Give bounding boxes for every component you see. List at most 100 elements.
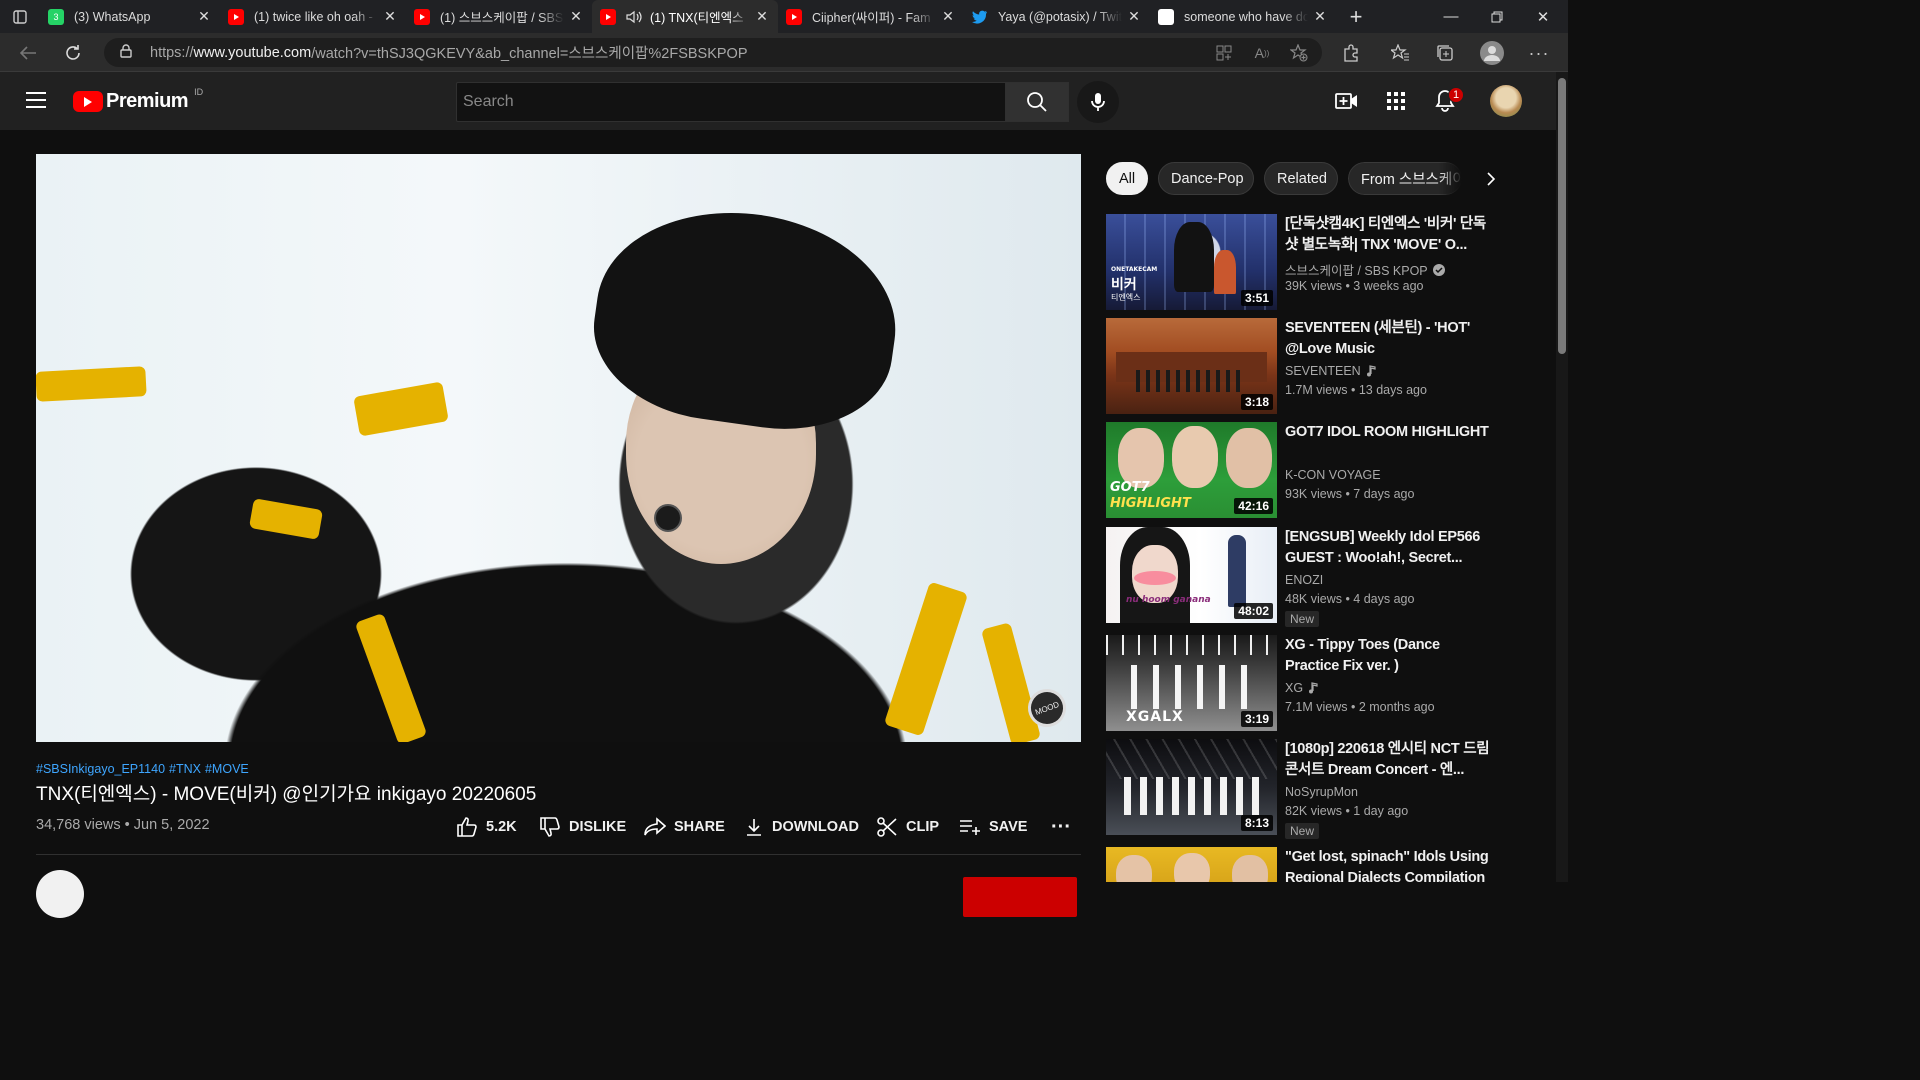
chip-dance-pop[interactable]: Dance-Pop xyxy=(1158,162,1254,195)
thumbnail-caption: GOT7 xyxy=(1110,480,1150,495)
close-tab-icon[interactable]: ✕ xyxy=(940,8,956,25)
youtube-premium-logo[interactable]: Premium ID xyxy=(73,87,203,113)
extensions-icon[interactable] xyxy=(1337,39,1365,67)
lock-icon[interactable] xyxy=(120,44,134,61)
tab-youtube-twice[interactable]: (1) twice like oh oah - ✕ xyxy=(220,0,406,33)
chip-next-arrow-icon[interactable] xyxy=(1478,166,1504,192)
menu-icon[interactable] xyxy=(26,92,46,108)
profile-icon[interactable] xyxy=(1478,39,1506,67)
close-tab-icon[interactable]: ✕ xyxy=(382,8,398,25)
collections-icon[interactable] xyxy=(1431,39,1459,67)
close-window-button[interactable]: ✕ xyxy=(1520,0,1566,33)
tab-actions-icon[interactable] xyxy=(0,0,40,33)
apps-grid-icon[interactable] xyxy=(1383,88,1409,114)
costume-stripe xyxy=(353,381,449,437)
favorites-icon[interactable] xyxy=(1386,39,1414,67)
recommended-video[interactable]: ONETAKECAM 비커 티엔엑스 3:51 [단독샷캠4K] 티엔엑스 '비… xyxy=(1106,214,1546,310)
add-favorite-icon[interactable] xyxy=(1285,39,1313,67)
back-button[interactable] xyxy=(14,39,42,67)
clip-button[interactable]: CLIP xyxy=(876,814,939,840)
reload-button[interactable] xyxy=(59,39,87,67)
close-tab-icon[interactable]: ✕ xyxy=(754,8,770,25)
chip-from-channel[interactable]: From 스브스케이 xyxy=(1348,162,1462,195)
recommended-video[interactable]: 3:18 SEVENTEEN (세븐틴) - 'HOT' @Love Music… xyxy=(1106,318,1546,414)
download-icon xyxy=(747,819,761,836)
close-tab-icon[interactable]: ✕ xyxy=(196,8,212,25)
channel-name[interactable]: SEVENTEEN xyxy=(1285,364,1376,378)
channel-name[interactable]: XG xyxy=(1285,681,1318,695)
read-aloud-icon[interactable]: A)) xyxy=(1248,39,1276,67)
video-player[interactable]: MOOD xyxy=(36,154,1081,742)
tab-title: (1) twice like oh oah - xyxy=(254,9,373,24)
channel-name[interactable]: ENOZI xyxy=(1285,573,1323,587)
voice-search-button[interactable] xyxy=(1077,81,1119,123)
recommended-video[interactable]: GOT7 HIGHLIGHT 42:16 GOT7 IDOL ROOM HIGH… xyxy=(1106,422,1546,518)
new-tab-button[interactable]: + xyxy=(1336,0,1376,33)
page-scrollbar[interactable] xyxy=(1556,72,1568,882)
recommended-video-title[interactable]: [단독샷캠4K] 티엔엑스 '비커' 단독샷 별도녹화| TNX 'MOVE' … xyxy=(1285,214,1497,256)
recommended-video[interactable]: nu hoom ganana 48:02 [ENGSUB] Weekly Ido… xyxy=(1106,527,1546,627)
recommended-video[interactable]: "Get lost, spinach" Idols Using Regional… xyxy=(1106,847,1546,882)
channel-name[interactable]: K-CON VOYAGE xyxy=(1285,468,1381,482)
account-avatar[interactable] xyxy=(1490,85,1522,117)
video-thumbnail[interactable]: ONETAKECAM 비커 티엔엑스 3:51 xyxy=(1106,214,1277,310)
close-tab-icon[interactable]: ✕ xyxy=(1312,8,1328,25)
create-video-icon[interactable] xyxy=(1334,88,1360,114)
app-available-icon[interactable] xyxy=(1210,39,1238,67)
recommended-video[interactable]: 8:13 [1080p] 220618 엔시티 NCT 드림콘서트 Dream … xyxy=(1106,739,1546,839)
recommended-video-title[interactable]: GOT7 IDOL ROOM HIGHLIGHT xyxy=(1285,422,1497,443)
tab-title: someone who have do xyxy=(1184,9,1308,24)
search-button[interactable] xyxy=(1005,82,1069,122)
close-tab-icon[interactable]: ✕ xyxy=(1126,8,1142,25)
thumbnail-face xyxy=(1118,428,1164,488)
recommended-video[interactable]: XGALX 3:19 XG - Tippy Toes (Dance Practi… xyxy=(1106,635,1546,731)
share-button[interactable]: SHARE xyxy=(644,814,725,840)
video-thumbnail[interactable]: GOT7 HIGHLIGHT 42:16 xyxy=(1106,422,1277,518)
tab-google[interactable]: G someone who have do ✕ xyxy=(1150,0,1336,33)
channel-name[interactable]: 스브스케이팝 / SBS KPOP xyxy=(1285,260,1445,279)
chip-all[interactable]: All xyxy=(1106,162,1148,195)
close-tab-icon[interactable]: ✕ xyxy=(568,8,584,25)
recommended-video-title[interactable]: SEVENTEEN (세븐틴) - 'HOT' @Love Music xyxy=(1285,318,1497,360)
subscribe-button[interactable] xyxy=(963,877,1077,917)
tab-youtube-tnx[interactable]: (1) TNX(티엔엑스 ✕ xyxy=(592,0,778,33)
save-button[interactable]: SAVE xyxy=(959,814,1027,840)
tab-youtube-ciipher[interactable]: Ciipher(싸이퍼) - Fam ✕ xyxy=(778,0,964,33)
video-thumbnail[interactable] xyxy=(1106,847,1277,882)
more-actions-button[interactable]: ··· xyxy=(1051,814,1071,840)
thumbnail-figure xyxy=(1228,535,1246,607)
tab-twitter[interactable]: Yaya (@potasix) / Twit ✕ xyxy=(964,0,1150,33)
video-thumbnail[interactable]: 8:13 xyxy=(1106,739,1277,835)
download-button[interactable]: DOWNLOAD xyxy=(744,814,859,840)
scrollbar-thumb[interactable] xyxy=(1558,78,1566,354)
hashtag-link[interactable]: #MOVE xyxy=(205,762,249,776)
costume-stripe xyxy=(36,366,147,402)
video-title: TNX(티엔엑스) - MOVE(비커) @인기가요 inkigayo 2022… xyxy=(36,784,537,805)
video-hashtags: #SBSInkigayo_EP1140 #TNX #MOVE xyxy=(36,762,249,776)
address-bar[interactable]: https://www.youtube.com/watch?v=thSJ3QGK… xyxy=(104,38,1322,67)
recommended-video-title[interactable]: XG - Tippy Toes (Dance Practice Fix ver.… xyxy=(1285,635,1497,677)
channel-name[interactable]: NoSyrupMon xyxy=(1285,785,1358,799)
speaker-icon[interactable] xyxy=(626,10,642,24)
recommended-video-title[interactable]: "Get lost, spinach" Idols Using Regional… xyxy=(1285,847,1497,882)
hashtag-link[interactable]: #TNX xyxy=(169,762,201,776)
youtube-icon xyxy=(228,8,244,25)
channel-avatar[interactable] xyxy=(36,870,84,918)
recommended-video-title[interactable]: [1080p] 220618 엔시티 NCT 드림콘서트 Dream Conce… xyxy=(1285,739,1497,781)
tab-whatsapp[interactable]: 3 (3) WhatsApp ✕ xyxy=(40,0,220,33)
minimize-button[interactable]: — xyxy=(1428,0,1474,33)
search-input[interactable]: Search xyxy=(456,82,1006,122)
video-thumbnail[interactable]: XGALX 3:19 xyxy=(1106,635,1277,731)
video-thumbnail[interactable]: nu hoom ganana 48:02 xyxy=(1106,527,1277,623)
dislike-button[interactable]: DISLIKE xyxy=(539,814,626,840)
hashtag-link[interactable]: #SBSInkigayo_EP1140 xyxy=(36,762,165,776)
like-button[interactable]: 5.2K xyxy=(456,814,517,840)
download-label: DOWNLOAD xyxy=(772,819,859,835)
settings-more-icon[interactable]: ··· xyxy=(1525,39,1553,67)
video-thumbnail[interactable]: 3:18 xyxy=(1106,318,1277,414)
chip-related[interactable]: Related xyxy=(1264,162,1338,195)
recommended-video-title[interactable]: [ENGSUB] Weekly Idol EP566 GUEST : Woo!a… xyxy=(1285,527,1497,569)
tab-youtube-sbskpop[interactable]: (1) 스브스케이팝 / SBS ✕ xyxy=(406,0,592,33)
tab-title: Yaya (@potasix) / Twit xyxy=(998,9,1122,24)
restore-button[interactable] xyxy=(1474,0,1520,33)
